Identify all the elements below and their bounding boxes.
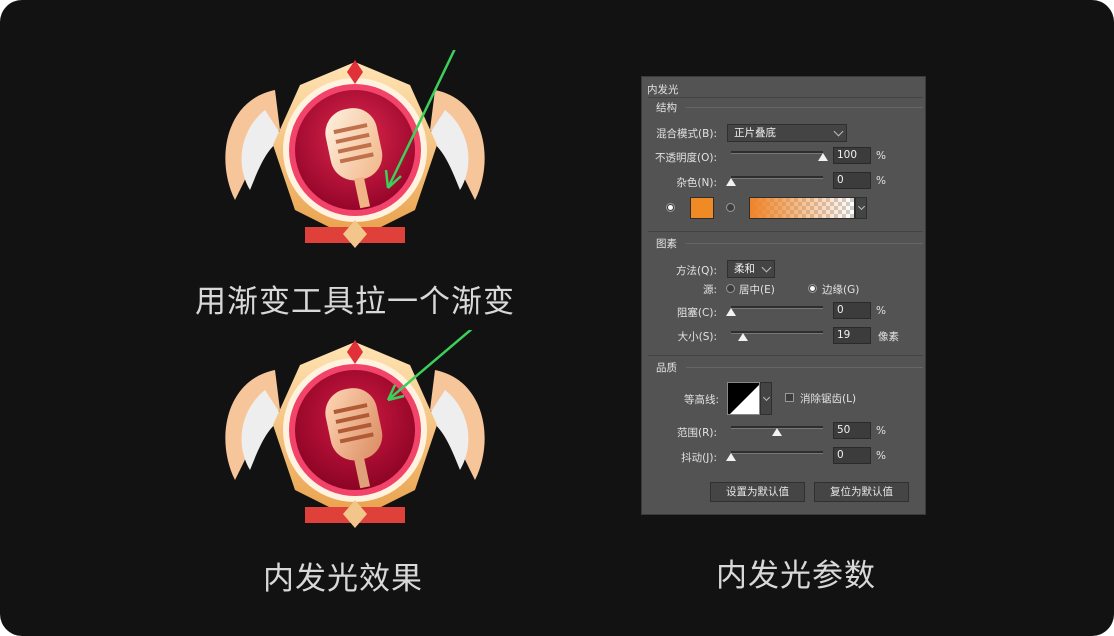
section-quality: 品质 [656,362,677,374]
gradient-dropdown[interactable] [855,197,867,219]
source-edge-radio[interactable] [808,284,817,293]
choke-slider-thumb[interactable] [726,308,736,316]
glow-color-swatch[interactable] [690,197,714,219]
blend-mode-value: 正片叠底 [734,127,776,139]
badge-gradient [225,50,485,248]
source-edge-label: 边缘(G) [822,284,860,296]
range-slider-thumb[interactable] [772,428,782,436]
opacity-input[interactable]: 100 [833,147,871,164]
gradient-picker[interactable] [749,197,855,219]
blend-mode-label: 混合模式(B): [656,128,717,140]
technique-label: 方法(Q): [676,265,717,277]
make-default-button[interactable]: 设置为默认值 [710,482,805,502]
source-center-label: 居中(E) [739,284,775,296]
opacity-label: 不透明度(O): [655,152,717,164]
jitter-slider-thumb[interactable] [726,453,736,461]
size-label: 大小(S): [677,331,717,343]
caption-params: 内发光参数 [716,558,876,594]
noise-slider[interactable] [731,176,823,179]
choke-label: 阻塞(C): [676,307,717,319]
opacity-unit: % [876,150,886,162]
range-label: 范围(R): [676,427,717,439]
contour-linear-icon [730,385,759,414]
size-unit: 像素 [878,331,899,343]
source-label: 源: [702,284,717,296]
noise-slider-thumb[interactable] [726,178,736,186]
size-slider-thumb[interactable] [738,333,748,341]
jitter-label: 抖动(J): [681,452,717,464]
size-input[interactable]: 19 [833,327,871,344]
section-structure: 结构 [656,102,677,114]
section-elements: 图素 [656,238,677,250]
divider [686,243,923,244]
source-center-radio[interactable] [726,284,735,293]
divider [648,355,923,356]
chevron-down-icon [857,202,866,211]
noise-unit: % [876,175,886,187]
chevron-down-icon [762,393,771,402]
color-mode-radio[interactable] [666,203,675,212]
jitter-input[interactable]: 0 [833,447,871,464]
chevron-down-icon [833,126,844,137]
contour-label: 等高线: [683,394,719,406]
contour-preview[interactable] [727,382,760,415]
choke-unit: % [876,305,886,317]
canvas-frame: 用渐变工具拉一个渐变 内发光效果 内发光参数 内发光 结构 混合模式(B): 正… [0,0,1114,636]
jitter-unit: % [876,450,886,462]
jitter-slider[interactable] [731,451,823,454]
divider [648,97,923,98]
contour-dropdown[interactable] [760,382,772,415]
badge-inner-glow [225,330,485,528]
opacity-slider[interactable] [731,151,823,154]
choke-slider[interactable] [731,306,823,309]
chevron-down-icon [761,262,772,273]
noise-label: 杂色(N): [676,177,717,189]
antialias-checkbox[interactable] [785,393,794,402]
caption-step1: 用渐变工具拉一个渐变 [195,284,515,320]
blend-mode-select[interactable]: 正片叠底 [727,124,847,142]
noise-input[interactable]: 0 [833,172,871,189]
inner-glow-panel: 内发光 结构 混合模式(B): 正片叠底 不透明度(O): 100 % 杂色(N… [641,76,926,515]
panel-title: 内发光 [647,84,679,96]
technique-value: 柔和 [734,263,755,275]
technique-select[interactable]: 柔和 [727,260,775,278]
gradient-mode-radio[interactable] [726,203,735,212]
opacity-slider-thumb[interactable] [818,153,828,161]
reset-default-button[interactable]: 复位为默认值 [814,482,909,502]
range-unit: % [876,425,886,437]
divider [686,367,923,368]
range-input[interactable]: 50 [833,422,871,439]
divider [648,231,923,232]
antialias-label: 消除锯齿(L) [800,393,857,405]
choke-input[interactable]: 0 [833,302,871,319]
caption-result: 内发光效果 [263,561,423,597]
divider [686,107,923,108]
